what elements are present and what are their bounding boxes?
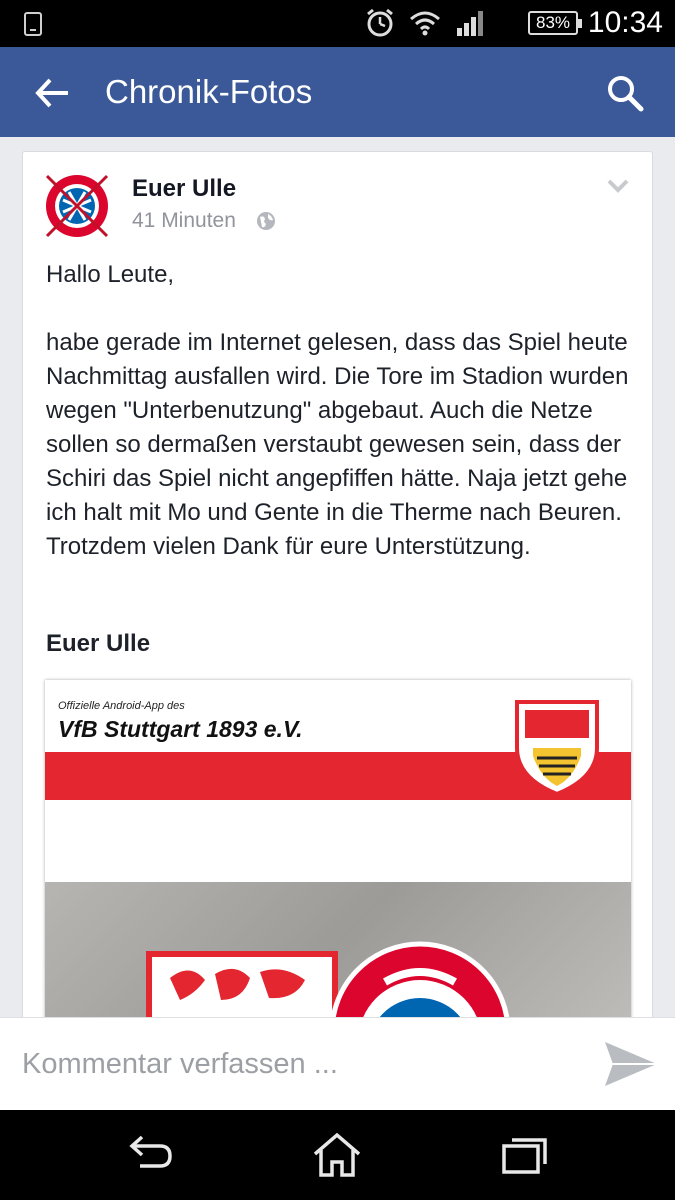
post-meta: 41 Minuten (132, 209, 276, 233)
status-icons (365, 8, 485, 38)
status-bar: 83% 10:34 (0, 0, 675, 47)
post-card: Euer Ulle 41 Minuten Hallo Leute, habe g… (22, 151, 653, 1051)
nav-home-icon[interactable] (312, 1132, 362, 1178)
app-bar: Chronik-Fotos (0, 47, 675, 137)
photo-caption-small: Offizielle Android-App des (58, 700, 185, 712)
clock: 10:34 (587, 6, 663, 39)
profile-avatar[interactable] (45, 174, 109, 238)
comment-input[interactable] (22, 1042, 562, 1086)
search-icon[interactable] (605, 73, 645, 113)
post-timestamp[interactable]: 41 Minuten (132, 209, 236, 233)
signal-icon (457, 11, 483, 36)
navigation-bar (0, 1110, 675, 1200)
phone-icon (24, 12, 42, 36)
send-icon[interactable] (603, 1038, 659, 1090)
globe-icon (256, 212, 275, 230)
post-author[interactable]: Euer Ulle (132, 175, 236, 203)
wifi-icon (410, 11, 440, 36)
page-title: Chronik-Fotos (105, 73, 313, 110)
white-band (45, 800, 631, 882)
post-paragraph: habe gerade im Internet gelesen, dass da… (46, 329, 629, 560)
vfb-crest-logo (515, 700, 599, 796)
attached-photo[interactable]: Offizielle Android-App des VfB Stuttgart… (45, 680, 631, 1050)
post-paragraph: Hallo Leute, (46, 261, 175, 288)
battery-indicator: 83% (528, 11, 582, 35)
post-body: Hallo Leute, habe gerade im Internet gel… (46, 258, 636, 598)
alarm-icon (367, 8, 393, 37)
photo-club-name: VfB Stuttgart 1893 e.V. (58, 716, 303, 742)
comment-bar (0, 1017, 675, 1110)
nav-back-icon[interactable] (126, 1132, 176, 1178)
back-arrow-icon[interactable] (32, 73, 72, 113)
nav-recent-apps-icon[interactable] (500, 1132, 550, 1178)
post-signature: Euer Ulle (46, 630, 151, 657)
chevron-down-icon[interactable] (606, 178, 630, 194)
